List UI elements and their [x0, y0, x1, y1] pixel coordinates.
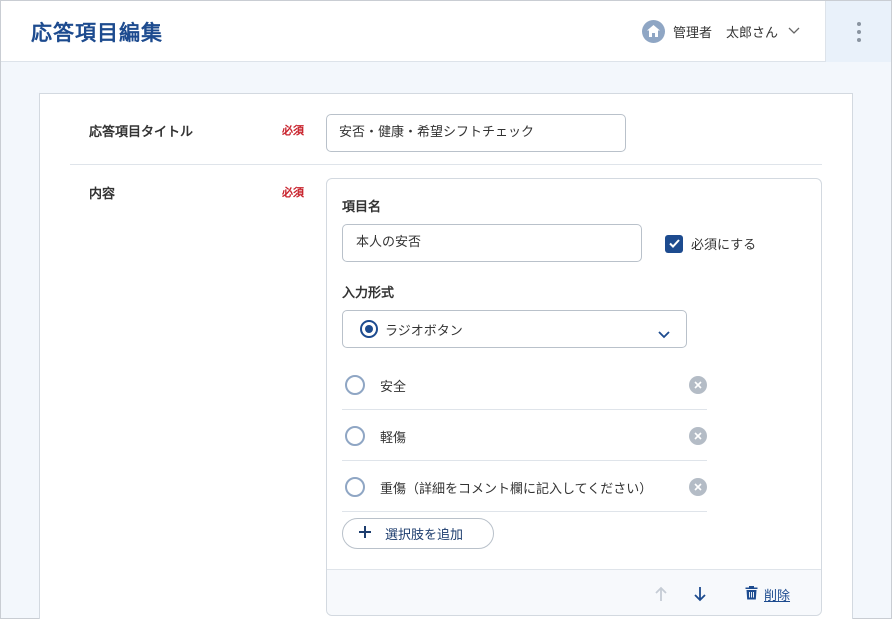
- app-header: 応答項目編集 管理者 太郎さん: [1, 1, 891, 62]
- content-editor: 項目名 本人の安否 必須にする 入力形式 ラジオボタン 安全 軽傷 重傷（詳細を…: [326, 178, 822, 616]
- input-type-value: ラジオボタン: [385, 323, 463, 339]
- content-required-badge: 必須: [282, 186, 304, 199]
- item-name-input[interactable]: 本人の安否: [342, 224, 642, 262]
- remove-option-icon[interactable]: [689, 376, 707, 394]
- input-type-select[interactable]: ラジオボタン: [342, 310, 687, 348]
- plus-icon: [358, 524, 372, 543]
- arrow-down-icon[interactable]: [693, 586, 707, 602]
- option-row: 重傷（詳細をコメント欄に記入してください）: [342, 461, 707, 512]
- delete-label: 削除: [764, 589, 791, 604]
- add-option-label: 選択肢を追加: [385, 528, 464, 543]
- chevron-down-icon[interactable]: [788, 25, 800, 37]
- checkbox-checked-icon[interactable]: [665, 234, 683, 253]
- edit-card: 応答項目タイトル 必須 安否・健康・希望シフトチェック 内容 必須 項目名 本人…: [39, 93, 853, 619]
- title-row-label: 応答項目タイトル: [89, 125, 194, 140]
- kebab-menu-icon[interactable]: [825, 1, 891, 62]
- radio-empty-icon[interactable]: [345, 426, 365, 446]
- trash-icon: [745, 585, 758, 604]
- add-option-button[interactable]: 選択肢を追加: [342, 518, 494, 549]
- item-footer: 削除: [327, 569, 821, 615]
- user-role: 管理者: [673, 25, 713, 41]
- remove-option-icon[interactable]: [689, 427, 707, 445]
- input-type-label: 入力形式: [342, 286, 395, 301]
- radio-empty-icon[interactable]: [345, 477, 365, 497]
- chevron-down-icon: [658, 324, 670, 339]
- delete-button[interactable]: 削除: [745, 585, 790, 604]
- home-icon: [642, 19, 665, 43]
- required-checkbox-label: 必須にする: [691, 238, 757, 253]
- arrow-up-icon[interactable]: [654, 586, 668, 602]
- option-row: 軽傷: [342, 410, 707, 461]
- radio-icon: [360, 320, 378, 338]
- content-row-label: 内容: [89, 187, 116, 202]
- radio-empty-icon[interactable]: [345, 375, 365, 395]
- option-label[interactable]: 重傷（詳細をコメント欄に記入してください）: [380, 478, 652, 497]
- title-input[interactable]: 安否・健康・希望シフトチェック: [326, 114, 626, 152]
- user-menu[interactable]: 管理者 太郎さん: [642, 19, 800, 43]
- title-required-badge: 必須: [282, 124, 304, 137]
- divider: [70, 164, 822, 165]
- remove-option-icon[interactable]: [689, 478, 707, 496]
- item-name-label: 項目名: [342, 200, 382, 215]
- page-title: 応答項目編集: [31, 21, 163, 45]
- required-checkbox[interactable]: 必須にする: [665, 234, 756, 253]
- option-label[interactable]: 安全: [380, 376, 406, 395]
- option-label[interactable]: 軽傷: [380, 427, 406, 446]
- user-name: 太郎さん: [726, 25, 779, 41]
- option-row: 安全: [342, 359, 707, 410]
